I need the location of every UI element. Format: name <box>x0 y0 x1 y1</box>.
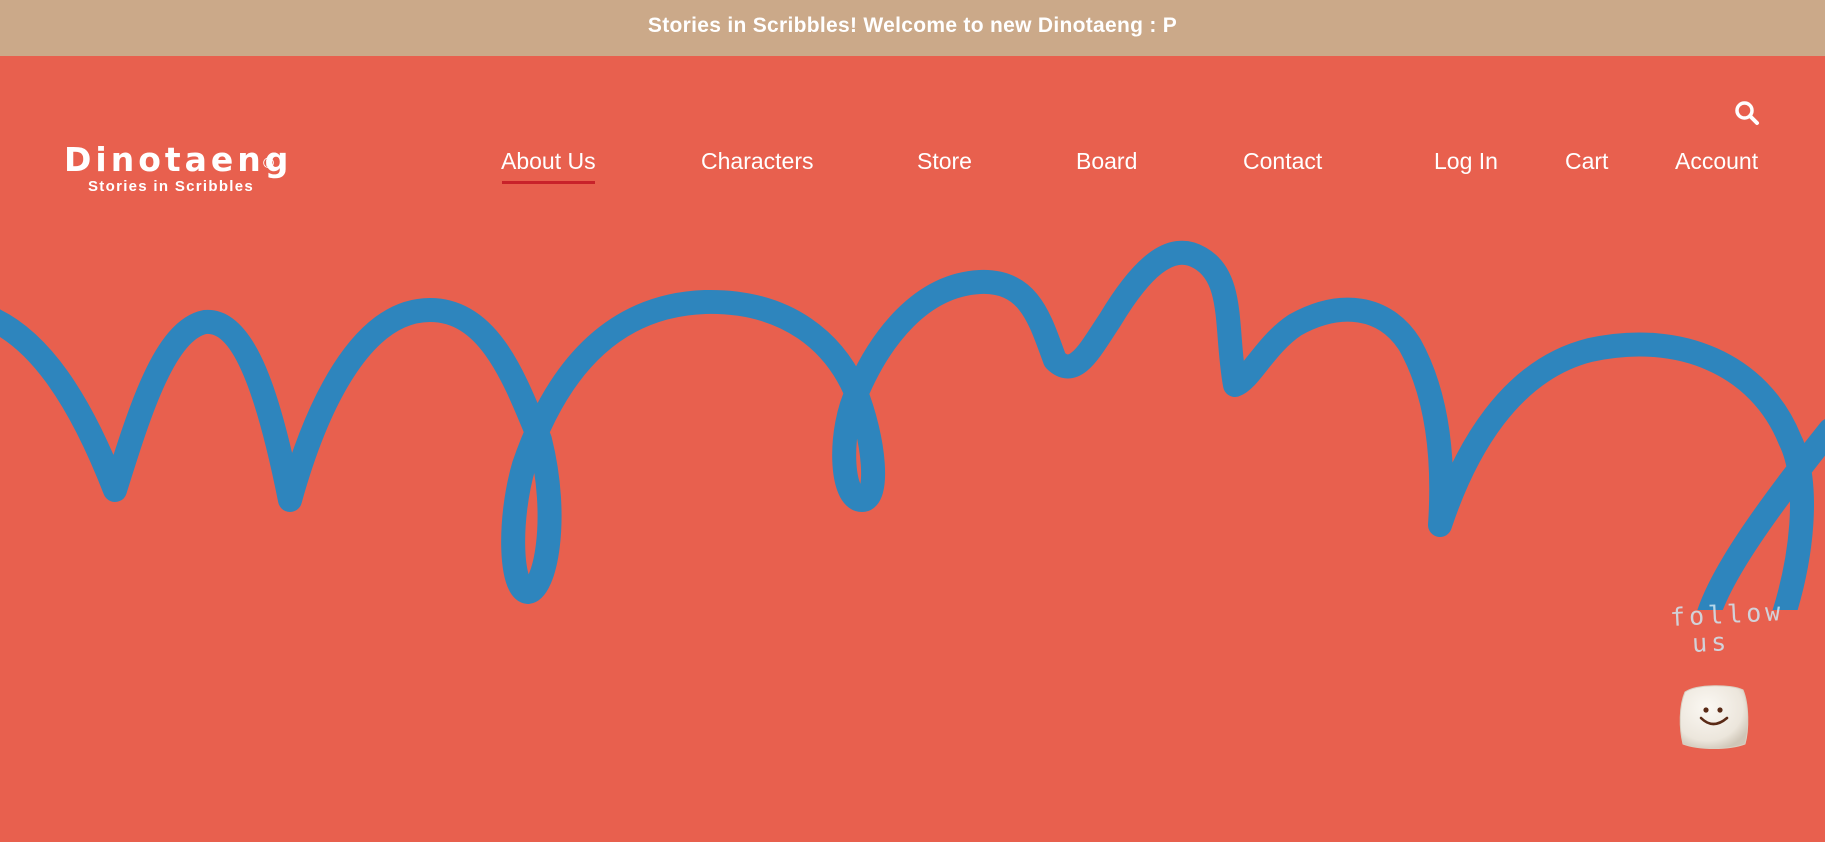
search-icon[interactable] <box>1734 100 1760 126</box>
nav-store[interactable]: Store <box>917 147 972 175</box>
marshmallow-smile-icon[interactable] <box>1677 682 1751 750</box>
nav-characters[interactable]: Characters <box>701 147 813 175</box>
brand-logo[interactable]: Dinotaeng ® Stories in Scribbles <box>64 142 288 198</box>
brand-tagline: Stories in Scribbles <box>88 178 255 195</box>
announcement-text: Stories in Scribbles! Welcome to new Din… <box>647 14 1178 37</box>
nav-board[interactable]: Board <box>1076 147 1137 175</box>
announcement-bar: Stories in Scribbles! Welcome to new Din… <box>0 0 1825 56</box>
nav-about-us[interactable]: About Us <box>501 147 596 175</box>
follow-us-label: follow us <box>1664 596 1785 676</box>
nav-account[interactable]: Account <box>1675 147 1758 175</box>
registered-mark: ® <box>263 155 275 172</box>
follow-text-line2: us <box>1691 627 1731 658</box>
active-nav-underline <box>502 181 595 184</box>
nav-log-in[interactable]: Log In <box>1434 147 1498 175</box>
brand-name: Dinotaeng <box>64 140 293 179</box>
nav-contact[interactable]: Contact <box>1243 147 1322 175</box>
blue-scribble-illustration <box>0 240 1825 610</box>
nav-cart[interactable]: Cart <box>1565 147 1608 175</box>
